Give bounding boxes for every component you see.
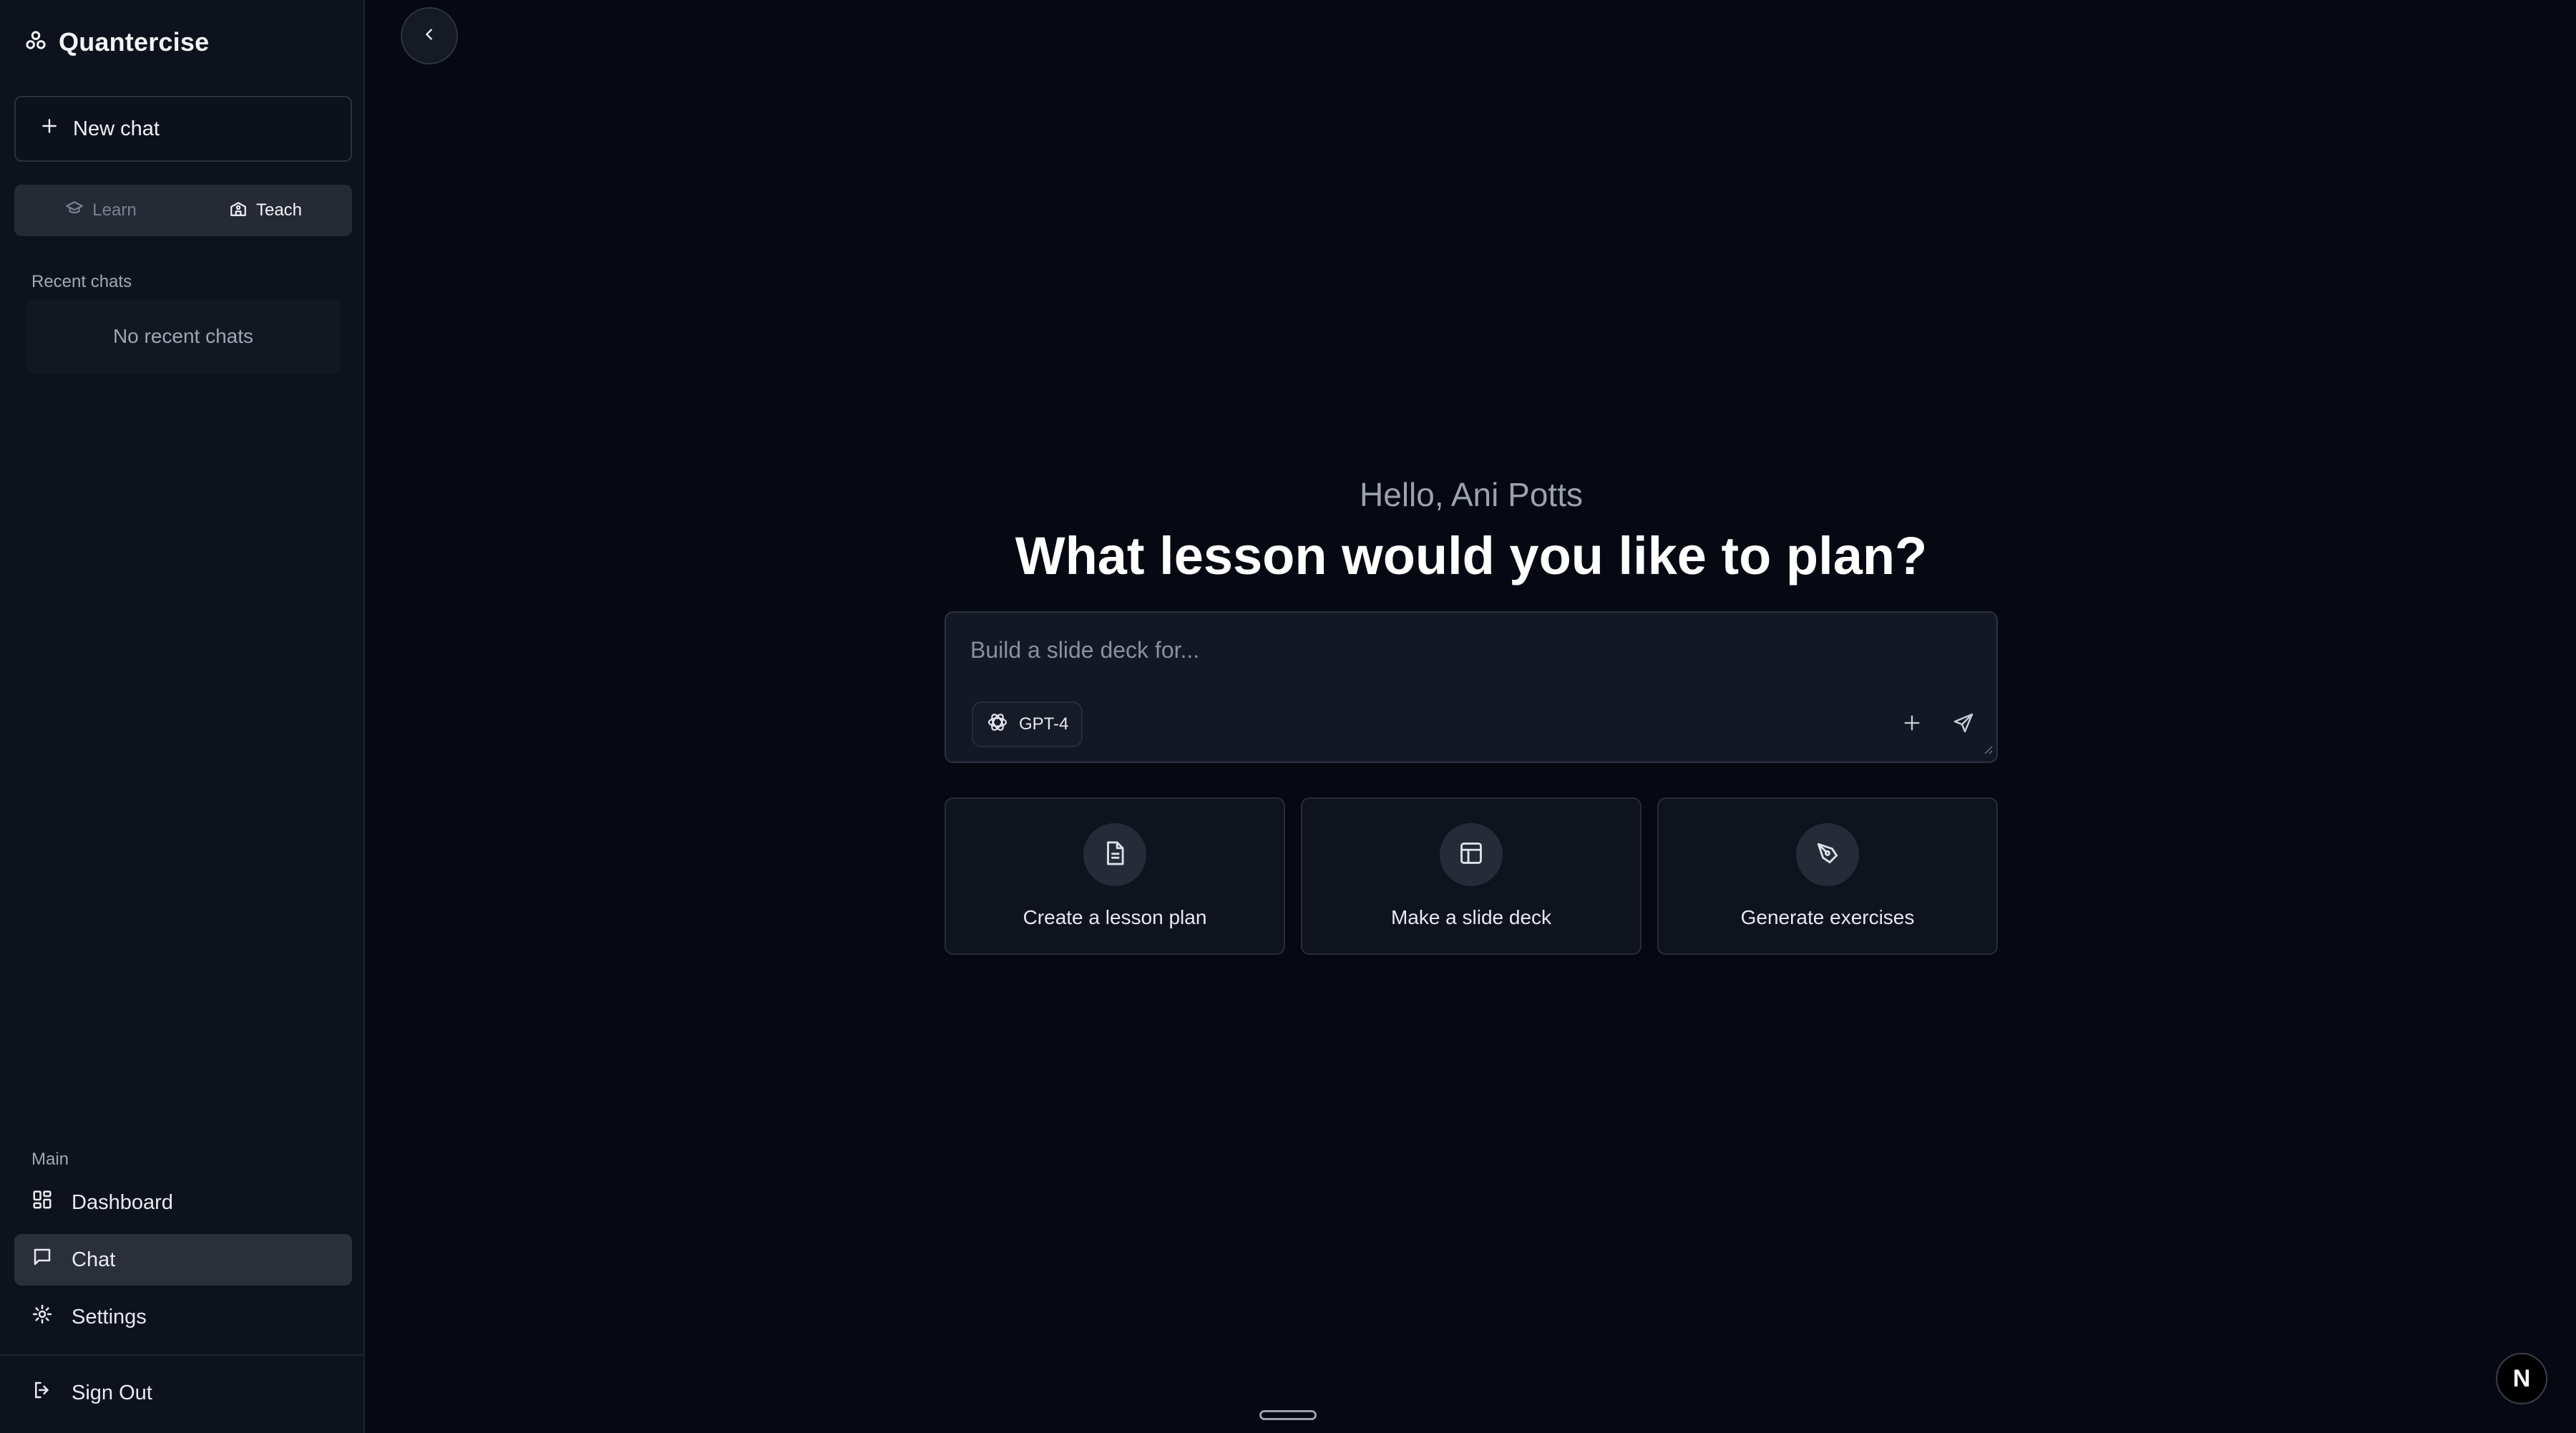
recent-chats-heading: Recent chats [31, 272, 132, 291]
model-label: GPT-4 [1019, 714, 1069, 734]
layout-icon [1458, 840, 1485, 870]
attach-button[interactable] [1892, 704, 1932, 744]
card-slide-deck[interactable]: Make a slide deck [1301, 797, 1641, 955]
log-out-icon [31, 1379, 53, 1407]
avatar[interactable]: N [2496, 1353, 2547, 1404]
nav-chat-label: Chat [72, 1248, 116, 1271]
card-icon-circle [1083, 823, 1146, 886]
sign-out-label: Sign Out [72, 1381, 152, 1404]
suggestion-cards: Create a lesson plan Make a slide deck G… [945, 797, 1998, 955]
gear-icon [31, 1303, 53, 1331]
chat-bubble-icon [31, 1246, 53, 1273]
app-name: Quantercise [59, 27, 210, 57]
sign-out-button[interactable]: Sign Out [14, 1367, 352, 1419]
greeting: Hello, Ani Potts [1360, 476, 1583, 513]
prompt-input[interactable] [970, 630, 1958, 670]
collapse-sidebar-button[interactable] [401, 7, 458, 64]
logo-icon [24, 29, 47, 56]
graduation-cap-icon [65, 199, 84, 223]
nav-dashboard-label: Dashboard [72, 1190, 173, 1214]
card-lesson-plan-label: Create a lesson plan [1023, 906, 1207, 928]
avatar-letter: N [2512, 1364, 2531, 1392]
card-lesson-plan[interactable]: Create a lesson plan [945, 797, 1285, 955]
recent-chats-empty: No recent chats [26, 299, 341, 374]
app-root: Quantercise New chat Learn Teach Recent … [0, 0, 2576, 1433]
model-selector[interactable]: GPT-4 [972, 701, 1083, 747]
mode-teach-label: Teach [255, 200, 303, 220]
recent-empty-text: No recent chats [112, 325, 254, 347]
sidebar-divider [0, 1354, 365, 1356]
card-icon-circle [1440, 823, 1503, 886]
page-title: What lesson would you like to plan? [1015, 526, 1928, 586]
card-exercises-label: Generate exercises [1740, 906, 1915, 928]
scroll-handle[interactable] [1259, 1410, 1317, 1420]
card-exercises[interactable]: Generate exercises [1657, 797, 1998, 955]
nav-item-dashboard[interactable]: Dashboard [14, 1177, 352, 1228]
new-chat-label: New chat [73, 117, 160, 140]
card-slide-deck-label: Make a slide deck [1390, 906, 1552, 928]
mode-toggle: Learn Teach [14, 185, 352, 236]
plus-icon [1902, 713, 1922, 737]
document-icon [1101, 840, 1128, 870]
school-icon [229, 199, 248, 223]
nav-item-settings[interactable]: Settings [14, 1291, 352, 1343]
main-section-heading: Main [31, 1150, 69, 1169]
prompt-box: GPT-4 [945, 611, 1998, 763]
resize-handle-icon[interactable] [1982, 744, 1994, 759]
nav-settings-label: Settings [72, 1305, 147, 1328]
sidebar: Quantercise New chat Learn Teach Recent … [0, 0, 365, 1433]
openai-icon [986, 711, 1009, 739]
dashboard-grid-icon [31, 1189, 53, 1216]
send-button[interactable] [1943, 704, 1984, 744]
chevron-left-icon [421, 26, 437, 46]
mode-learn-label: Learn [92, 200, 137, 220]
mode-teach-button[interactable]: Teach [183, 189, 348, 232]
pen-tool-icon [1814, 840, 1841, 870]
mode-learn-button[interactable]: Learn [19, 189, 183, 232]
plus-icon [40, 117, 59, 141]
nav-item-chat[interactable]: Chat [14, 1234, 352, 1286]
brand[interactable]: Quantercise [24, 26, 209, 59]
new-chat-button[interactable]: New chat [14, 96, 352, 162]
send-icon [1952, 711, 1975, 738]
card-icon-circle [1796, 823, 1859, 886]
